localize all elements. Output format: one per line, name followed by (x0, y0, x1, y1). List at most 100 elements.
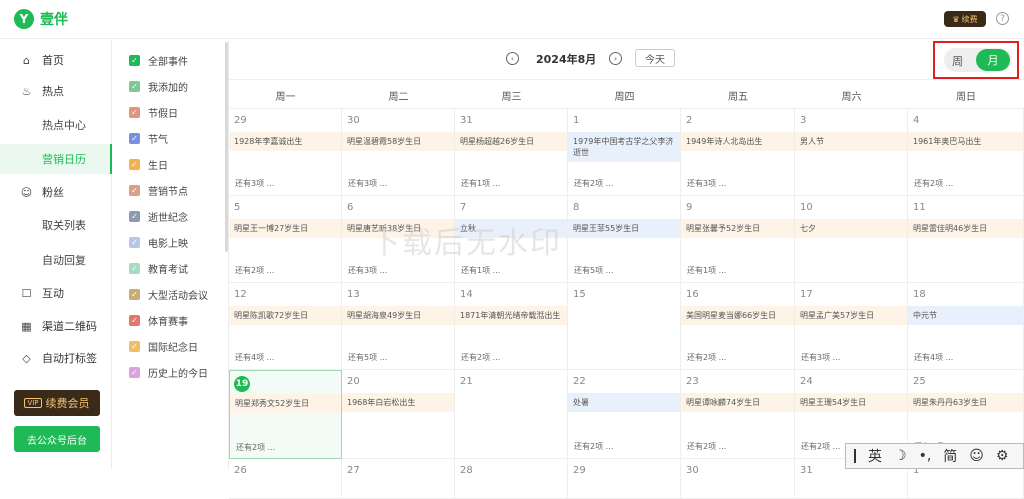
calendar-event[interactable]: 明星孟广美57岁生日 (795, 306, 907, 325)
ime-punct-icon[interactable]: •, (919, 448, 932, 464)
calendar-event[interactable]: 1979年中国考古学之父李济逝世 (568, 132, 680, 162)
checkbox-checked-icon[interactable]: ✓ (129, 158, 140, 170)
checkbox-checked-icon[interactable]: ✓ (129, 236, 140, 248)
calendar-day-cell[interactable]: 20 1968年白岩松出生 (342, 370, 455, 459)
calendar-event[interactable]: 明星王菲55岁生日 (568, 219, 680, 238)
nav-item-6[interactable]: 自动回复 (0, 245, 112, 275)
category-filter-item[interactable]: ✓ 教育考试 (129, 260, 188, 276)
next-month-button[interactable]: › (609, 52, 622, 65)
app-logo[interactable]: Y 壹伴 (14, 9, 68, 29)
calendar-day-cell[interactable]: 11 明星雷佳明46岁生日 (908, 196, 1024, 283)
calendar-day-cell[interactable]: 29 (568, 459, 681, 499)
checkbox-checked-icon[interactable]: ✓ (129, 106, 140, 118)
calendar-event[interactable]: 明星张馨予52岁生日 (681, 219, 794, 238)
checkbox-checked-icon[interactable]: ✓ (129, 366, 140, 378)
calendar-event[interactable]: 美国明星麦当娜66岁生日 (681, 306, 794, 325)
calendar-event[interactable]: 立秋 (455, 219, 567, 238)
more-events-link[interactable]: 还有2项 ... (914, 178, 953, 189)
more-events-link[interactable]: 还有3项 ... (348, 178, 387, 189)
calendar-day-cell[interactable]: 15 (568, 283, 681, 370)
calendar-day-cell[interactable]: 30 (681, 459, 795, 499)
more-events-link[interactable]: 还有2项 ... (574, 178, 613, 189)
calendar-event[interactable]: 男人节 (795, 132, 907, 151)
help-icon[interactable]: ? (996, 12, 1009, 25)
calendar-event[interactable]: 明星朱丹丹63岁生日 (908, 393, 1023, 412)
checkbox-checked-icon[interactable]: ✓ (129, 54, 140, 66)
checkbox-checked-icon[interactable]: ✓ (129, 132, 140, 144)
category-filter-item[interactable]: ✓ 营销节点 (129, 182, 188, 198)
today-button[interactable]: 今天 (635, 49, 675, 67)
more-events-link[interactable]: 还有4项 ... (914, 352, 953, 363)
calendar-day-cell[interactable]: 13 明星胡海泉49岁生日 还有5项 ... (342, 283, 455, 370)
calendar-day-cell[interactable]: 7 立秋 还有1项 ... (455, 196, 568, 283)
more-events-link[interactable]: 还有2项 ... (687, 441, 726, 452)
calendar-day-cell[interactable]: 4 1961年奥巴马出生 还有2项 ... (908, 109, 1024, 196)
category-scrollbar[interactable] (225, 42, 228, 252)
nav-item-9[interactable]: ◇ 自动打标签 (0, 343, 112, 373)
view-toggle[interactable]: 周 月 (944, 48, 1012, 72)
calendar-event[interactable]: 1871年清朝光绪帝载湉出生 (455, 306, 567, 325)
category-filter-item[interactable]: ✓ 体育赛事 (129, 312, 188, 328)
calendar-day-cell[interactable]: 8 明星王菲55岁生日 还有5项 ... (568, 196, 681, 283)
calendar-day-cell[interactable]: 5 明星王一博27岁生日 还有2项 ... (229, 196, 342, 283)
calendar-day-cell[interactable]: 17 明星孟广美57岁生日 还有3项 ... (795, 283, 908, 370)
category-filter-item[interactable]: ✓ 生日 (129, 156, 168, 172)
category-filter-item[interactable]: ✓ 电影上映 (129, 234, 188, 250)
calendar-day-cell[interactable]: 22 处暑 还有2项 ... (568, 370, 681, 459)
calendar-day-cell[interactable]: 29 1928年李嘉诚出生 还有3项 ... (229, 109, 342, 196)
checkbox-checked-icon[interactable]: ✓ (129, 314, 140, 326)
calendar-day-cell[interactable]: 16 美国明星麦当娜66岁生日 还有2项 ... (681, 283, 795, 370)
calendar-event[interactable]: 明星温碧霞58岁生日 (342, 132, 454, 151)
nav-item-2[interactable]: 热点中心 (0, 110, 112, 140)
vip-renew-chip[interactable]: ♛ 续费 (944, 11, 986, 27)
more-events-link[interactable]: 还有3项 ... (235, 178, 274, 189)
checkbox-checked-icon[interactable]: ✓ (129, 262, 140, 274)
more-events-link[interactable]: 还有2项 ... (236, 442, 275, 453)
ime-settings-icon[interactable]: ⚙ (996, 448, 1009, 464)
checkbox-checked-icon[interactable]: ✓ (129, 80, 140, 92)
calendar-day-cell[interactable]: 14 1871年清朝光绪帝载湉出生 还有2项 ... (455, 283, 568, 370)
checkbox-checked-icon[interactable]: ✓ (129, 210, 140, 222)
category-filter-item[interactable]: ✓ 历史上的今日 (129, 364, 208, 380)
category-filter-item[interactable]: ✓ 我添加的 (129, 78, 188, 94)
calendar-event[interactable]: 1949年诗人北岛出生 (681, 132, 794, 151)
calendar-day-cell[interactable]: 26 (229, 459, 342, 499)
calendar-day-cell[interactable]: 27 (342, 459, 455, 499)
ime-emoji-icon[interactable]: ☺ (969, 448, 984, 464)
nav-item-0[interactable]: ⌂ 首页 (0, 45, 112, 75)
checkbox-checked-icon[interactable]: ✓ (129, 340, 140, 352)
checkbox-checked-icon[interactable]: ✓ (129, 184, 140, 196)
week-view-option[interactable]: 周 (952, 53, 963, 69)
more-events-link[interactable]: 还有1项 ... (461, 178, 500, 189)
calendar-day-cell[interactable]: 9 明星张馨予52岁生日 还有1项 ... (681, 196, 795, 283)
calendar-event[interactable]: 明星陈凯歌72岁生日 (229, 306, 341, 325)
calendar-event[interactable]: 明星王一博27岁生日 (229, 219, 341, 238)
calendar-day-cell[interactable]: 30 明星温碧霞58岁生日 还有3项 ... (342, 109, 455, 196)
calendar-day-cell[interactable]: 10 七夕 (795, 196, 908, 283)
nav-item-7[interactable]: ☐ 互动 (0, 278, 112, 308)
category-filter-item[interactable]: ✓ 国际纪念日 (129, 338, 198, 354)
go-to-mp-backend-button[interactable]: 去公众号后台 (14, 426, 100, 452)
calendar-day-cell[interactable]: 6 明星唐艺昕38岁生日 还有3项 ... (342, 196, 455, 283)
calendar-day-cell[interactable]: 19 明星郑秀文52岁生日 还有2项 ... (229, 370, 342, 459)
ime-handle[interactable] (854, 449, 856, 463)
more-events-link[interactable]: 还有3项 ... (348, 265, 387, 276)
calendar-event[interactable]: 明星谭咏麟74岁生日 (681, 393, 794, 412)
more-events-link[interactable]: 还有2项 ... (461, 352, 500, 363)
calendar-event[interactable]: 明星王珊54岁生日 (795, 393, 907, 412)
checkbox-checked-icon[interactable]: ✓ (129, 288, 140, 300)
category-filter-item[interactable]: ✓ 节假日 (129, 104, 178, 120)
month-view-option[interactable]: 月 (976, 49, 1010, 71)
more-events-link[interactable]: 还有5项 ... (574, 265, 613, 276)
more-events-link[interactable]: 还有3项 ... (687, 178, 726, 189)
more-events-link[interactable]: 还有3项 ... (801, 352, 840, 363)
more-events-link[interactable]: 还有2项 ... (687, 352, 726, 363)
more-events-link[interactable]: 还有4项 ... (235, 352, 274, 363)
nav-item-5[interactable]: 取关列表 (0, 210, 112, 240)
calendar-day-cell[interactable]: 23 明星谭咏麟74岁生日 还有2项 ... (681, 370, 795, 459)
calendar-event[interactable]: 明星雷佳明46岁生日 (908, 219, 1023, 238)
nav-item-8[interactable]: ▦ 渠道二维码 (0, 311, 112, 341)
calendar-day-cell[interactable]: 18 中元节 还有4项 ... (908, 283, 1024, 370)
calendar-event[interactable]: 1928年李嘉诚出生 (229, 132, 341, 151)
more-events-link[interactable]: 还有2项 ... (235, 265, 274, 276)
